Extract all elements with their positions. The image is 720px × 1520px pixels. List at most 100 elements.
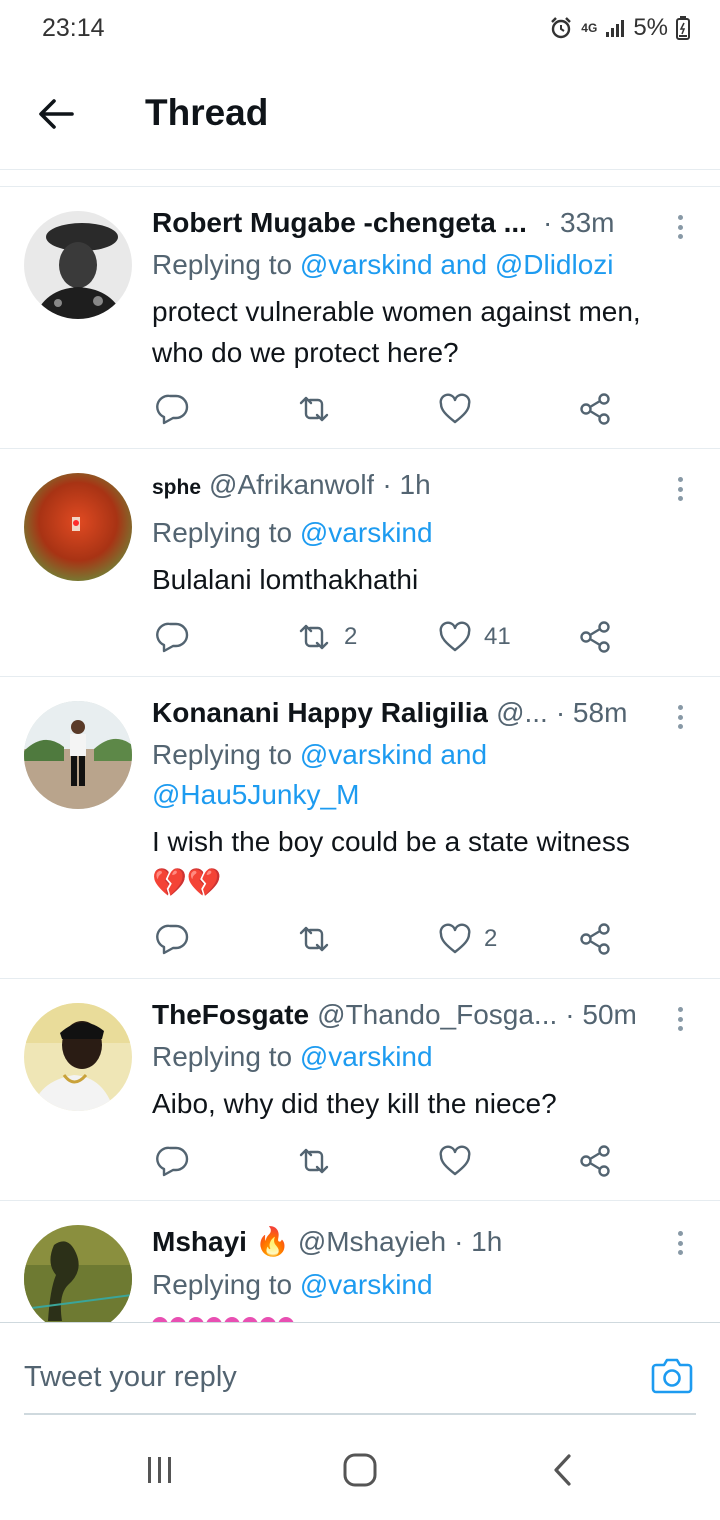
share-button[interactable] — [578, 615, 612, 659]
replying-label: Replying to — [152, 739, 293, 770]
retweet-icon — [296, 392, 332, 426]
reply-button[interactable] — [156, 387, 202, 431]
tweet-time: · 58m — [555, 697, 628, 728]
signal-icon — [605, 18, 625, 38]
camera-icon — [650, 1358, 694, 1401]
avatar[interactable] — [24, 473, 132, 581]
tweet-text: Bulalani lomthakhathi — [152, 564, 419, 595]
tweet-actions — [152, 387, 622, 431]
network-type: 4G — [581, 21, 598, 35]
tweet-text: protect vulnerable women against men, wh… — [152, 296, 641, 368]
more-options-button[interactable] — [670, 471, 690, 507]
recent-apps-icon — [142, 1454, 178, 1491]
reply-mentions[interactable]: @varskind and @Dlidlozi — [300, 249, 614, 280]
replying-label: Replying to — [152, 249, 293, 280]
display-name[interactable]: TheFosgate — [152, 999, 309, 1031]
share-button[interactable] — [578, 917, 612, 961]
avatar[interactable] — [24, 1225, 132, 1322]
reply-mentions[interactable]: @varskind — [300, 1269, 433, 1300]
page-title: Thread — [145, 92, 269, 133]
avatar[interactable] — [24, 701, 132, 809]
replying-to: Replying to @varskind and @Hau5Junky_M — [152, 735, 690, 815]
status-time: 23:14 — [42, 14, 105, 42]
retweet-icon — [296, 620, 332, 654]
thread-header: Thread — [0, 62, 720, 170]
more-options-button[interactable] — [670, 1225, 690, 1261]
tweet-text: Aibo, why did they kill the niece? — [152, 1088, 557, 1119]
retweet-button[interactable] — [296, 387, 344, 431]
status-bar: 23:14 4G 5% — [0, 0, 720, 62]
display-name[interactable]: Mshayi — [152, 1226, 247, 1258]
tweet[interactable]: TheFosgate @Thando_Fosga... · 50m Replyi… — [0, 979, 720, 1201]
tweet-actions — [152, 1139, 622, 1183]
display-name[interactable]: Robert Mugabe -chengeta ... — [152, 207, 527, 239]
like-count: 2 — [484, 925, 498, 952]
reply-composer — [0, 1322, 720, 1422]
reply-underline — [24, 1413, 696, 1415]
more-options-button[interactable] — [670, 699, 690, 735]
more-options-button[interactable] — [670, 1001, 690, 1037]
camera-button[interactable] — [650, 1353, 694, 1397]
retweet-button[interactable] — [296, 1139, 344, 1183]
user-handle[interactable]: @Thando_Fosga... — [317, 999, 557, 1031]
retweet-icon — [296, 922, 332, 956]
reply-button[interactable] — [156, 615, 202, 659]
reply-icon — [156, 922, 190, 956]
retweet-count: 2 — [344, 623, 358, 650]
reply-mentions[interactable]: @varskind — [300, 1041, 433, 1072]
avatar[interactable] — [24, 211, 132, 319]
share-icon — [578, 620, 612, 654]
replying-to: Replying to @varskind — [152, 1037, 690, 1077]
tweet-header: Konanani Happy Raligilia @... · 58m — [152, 697, 660, 729]
home-button[interactable] — [338, 1452, 382, 1492]
like-button[interactable] — [438, 1139, 484, 1183]
display-name[interactable]: Konanani Happy Raligilia — [152, 697, 488, 729]
retweet-button[interactable] — [296, 917, 344, 961]
reply-button[interactable] — [156, 1139, 202, 1183]
replying-to: Replying to @varskind — [152, 513, 690, 553]
tweet[interactable]: sphe @Afrikanwolf · 1h Replying to @vars… — [0, 449, 720, 677]
user-handle[interactable]: @Afrikanwolf — [209, 469, 374, 501]
tweet[interactable]: Konanani Happy Raligilia @... · 58m Repl… — [0, 677, 720, 979]
reply-icon — [156, 620, 190, 654]
tweet[interactable]: Robert Mugabe -chengeta ... · 33m Replyi… — [0, 187, 720, 449]
back-button[interactable] — [30, 90, 82, 142]
tweet-header: Robert Mugabe -chengeta ... · 33m — [152, 207, 660, 239]
tweet-text: I wish the boy could be a state witness … — [152, 821, 690, 903]
display-name[interactable]: sphe — [152, 476, 201, 500]
tweet-time: · 1h — [454, 1226, 503, 1257]
replying-label: Replying to — [152, 517, 293, 548]
more-options-button[interactable] — [670, 209, 690, 245]
arrow-left-icon — [36, 94, 76, 139]
tweet-header: Mshayi 🔥 @Mshayieh · 1h — [152, 1225, 660, 1258]
like-count: 41 — [484, 623, 511, 650]
like-button[interactable]: 2 — [438, 917, 497, 961]
heart-icon — [438, 922, 472, 956]
tweet-time: · 33m — [542, 207, 615, 238]
tweet-header: TheFosgate @Thando_Fosga... · 50m — [152, 999, 660, 1031]
battery-text: 5% — [633, 14, 668, 41]
like-button[interactable]: 41 — [438, 615, 511, 659]
user-handle[interactable]: @... — [496, 697, 548, 729]
tweet[interactable]: Mshayi 🔥 @Mshayieh · 1h Replying to @var… — [0, 1201, 720, 1322]
heart-icon — [438, 392, 472, 426]
tweet-header: sphe @Afrikanwolf · 1h — [152, 469, 660, 501]
user-handle[interactable]: @Mshayieh — [298, 1226, 446, 1258]
reply-input[interactable] — [24, 1353, 624, 1401]
recent-apps-button[interactable] — [138, 1452, 182, 1492]
share-button[interactable] — [578, 387, 612, 431]
battery-icon — [676, 16, 690, 40]
system-nav-bar — [0, 1422, 720, 1520]
tweet-actions: 2 41 — [152, 615, 622, 659]
avatar[interactable] — [24, 1003, 132, 1111]
heart-icon — [438, 620, 472, 654]
share-icon — [578, 392, 612, 426]
status-icons: 4G 5% — [549, 14, 690, 42]
like-button[interactable] — [438, 387, 484, 431]
system-back-button[interactable] — [540, 1452, 584, 1492]
reply-mentions[interactable]: @varskind — [300, 517, 433, 548]
share-button[interactable] — [578, 1139, 612, 1183]
reply-button[interactable] — [156, 917, 202, 961]
retweet-button[interactable]: 2 — [296, 615, 357, 659]
reply-icon — [156, 392, 190, 426]
